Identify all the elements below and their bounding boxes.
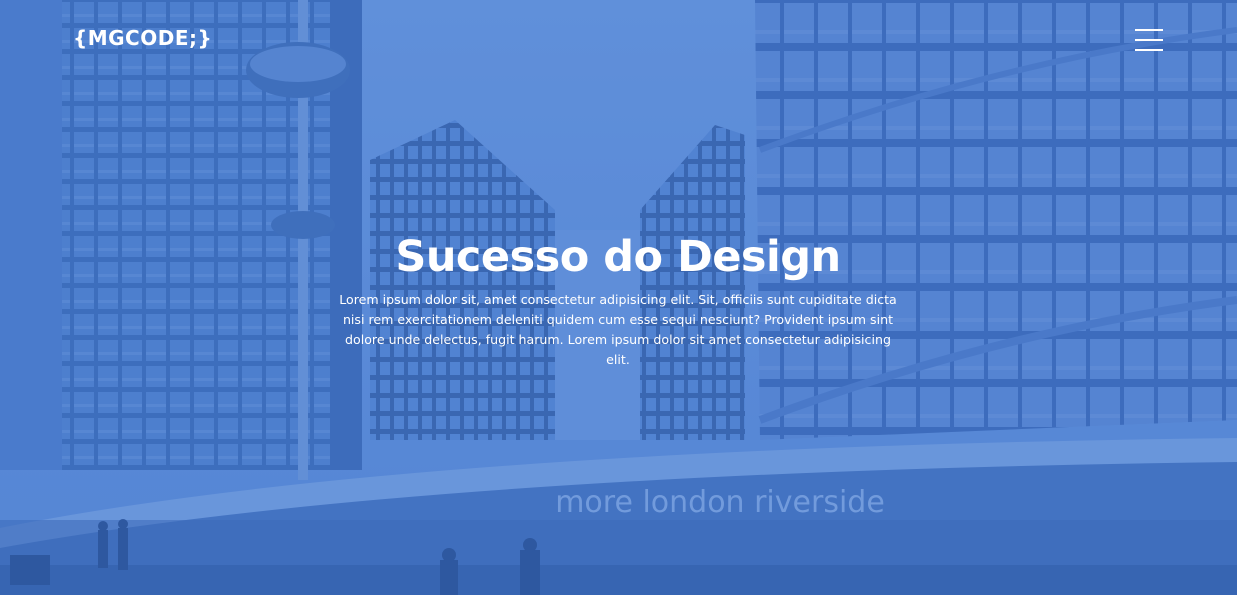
hero-content: Sucesso do Design Lorem ipsum dolor sit,…	[338, 226, 898, 370]
hero-description: Lorem ipsum dolor sit, amet consectetur …	[339, 292, 897, 367]
menu-line	[1135, 29, 1163, 31]
menu-line	[1135, 39, 1163, 41]
hero-title: Sucesso do Design	[395, 232, 841, 282]
site-logo[interactable]: {MGCODE;}	[73, 26, 212, 50]
menu-line	[1135, 49, 1163, 51]
hamburger-menu-icon[interactable]	[1135, 28, 1163, 52]
hero-section: more london riverside {MGCODE;} Sucesso …	[0, 0, 1237, 595]
